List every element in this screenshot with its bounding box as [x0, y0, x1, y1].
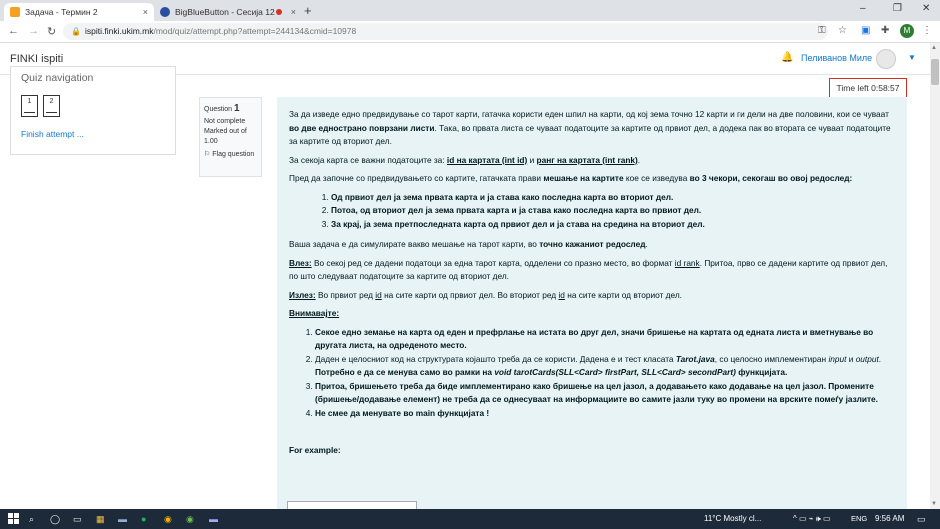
finish-attempt-link[interactable]: Finish attempt ...: [21, 129, 84, 139]
shuffle-paragraph: Пред да започне со предвидувањето со кар…: [289, 173, 853, 183]
tab-label: Задача - Термин 2: [25, 7, 98, 17]
app-icon[interactable]: ▬: [118, 514, 127, 524]
task-view-icon[interactable]: ◯: [50, 514, 60, 525]
chrome-icon[interactable]: ◉: [164, 514, 172, 525]
notes-list: Секое едно земање на карта од еден и пре…: [315, 326, 895, 421]
close-tab-icon[interactable]: ×: [291, 7, 296, 17]
key-icon[interactable]: ⚿: [818, 25, 826, 36]
quiz-navigation-title: Quiz navigation: [21, 72, 94, 84]
scroll-down-icon[interactable]: ▼: [931, 501, 937, 507]
minimize-button[interactable]: –: [860, 3, 866, 14]
maximize-button[interactable]: ❐: [893, 3, 902, 14]
app-icon[interactable]: ◉: [186, 514, 194, 525]
tab-quiz[interactable]: Задача - Термин 2 ×: [4, 3, 154, 21]
chevron-down-icon[interactable]: ▼: [908, 53, 916, 62]
task-paragraph: Ваша задача е да симулирате вакво мешање…: [289, 239, 648, 249]
address-bar[interactable]: 🔒 ispiti.finki.ukim.mk/mod/quiz/attempt.…: [63, 23, 828, 40]
widgets-icon[interactable]: ▦: [96, 514, 105, 525]
example-heading: For example:: [289, 445, 341, 455]
search-icon[interactable]: ⌕: [29, 514, 34, 525]
question-info-panel: Question 1 Not complete Marked out of 1.…: [199, 97, 262, 177]
translate-extension-icon[interactable]: ▣: [861, 25, 870, 36]
question-nav-number: 1: [27, 98, 32, 105]
tab-bigbluebutton[interactable]: BigBlueButton - Сесија 12 ×: [154, 3, 302, 21]
windows-start-icon[interactable]: [8, 513, 19, 524]
scroll-up-icon[interactable]: ▲: [931, 45, 937, 51]
question-text: За да изведе едно предвидување со тарот …: [277, 97, 907, 509]
browser-tab-strip: Задача - Термин 2 × BigBlueButton - Сеси…: [0, 0, 940, 21]
star-bookmark-icon[interactable]: ☆: [838, 25, 847, 36]
system-tray-icons[interactable]: ^ ▭ ⌁ 🕪 ▭: [793, 514, 831, 524]
example-table: [287, 501, 417, 509]
notifications-icon[interactable]: ▭: [917, 514, 926, 525]
bigbluebutton-favicon-icon: [160, 7, 170, 17]
attention-heading: Внимавајте:: [289, 308, 340, 318]
list-item: Даден е целосниот код на структурата кој…: [315, 353, 895, 380]
site-name-link[interactable]: FINKI ispiti: [10, 53, 63, 65]
browser-toolbar: ← → ↻ 🔒 ispiti.finki.ukim.mk/mod/quiz/at…: [0, 21, 940, 43]
reload-icon[interactable]: ↻: [47, 25, 56, 38]
output-paragraph: Излез: Во првиот ред id на сите карти од…: [289, 289, 682, 300]
question-nav-status-bar: [24, 112, 35, 113]
question-nav-button-1[interactable]: 1: [21, 95, 38, 117]
url-path: /mod/quiz/attempt.php?attempt=244134&cmi…: [153, 26, 357, 36]
page-scrollbar[interactable]: ▲ ▼: [930, 43, 940, 509]
question-label: Question: [204, 106, 233, 113]
list-item: Потоа, од вториот дел ја зема првата кар…: [331, 204, 895, 218]
clock[interactable]: 9:56 AM: [875, 514, 904, 523]
new-tab-button[interactable]: +: [304, 3, 312, 18]
windows-taskbar: ⌕ ◯ ▭ ▦ ▬ ● ◉ ◉ ▬ 11°C Mostly cl... ^ ▭ …: [0, 509, 940, 529]
input-paragraph: Влез: Во секој ред се дадени податоци за…: [289, 257, 888, 282]
quiz-navigation-block: Quiz navigation 1 2 Finish attempt ...: [10, 66, 176, 155]
list-item: За крај, ја зема претпоследната карта од…: [331, 218, 895, 232]
app-icon[interactable]: ▬: [209, 514, 218, 524]
tab-label: BigBlueButton - Сесија 12: [175, 7, 275, 17]
time-left-timer: Time left 0:58:57: [829, 78, 907, 98]
question-nav-number: 2: [49, 98, 54, 105]
spotify-icon[interactable]: ●: [141, 514, 146, 524]
user-menu-name[interactable]: Пеливанов Миле: [801, 53, 872, 63]
language-indicator[interactable]: ENG: [851, 514, 867, 523]
back-arrow-icon[interactable]: ←: [8, 25, 19, 37]
close-window-button[interactable]: ✕: [922, 3, 930, 14]
recording-indicator-icon: [276, 9, 282, 15]
question-nav-button-2[interactable]: 2: [43, 95, 60, 117]
question-number-heading: Question 1: [204, 102, 257, 117]
question-status: Not complete: [204, 117, 246, 125]
list-item: Притоа, бришењето треба да биде имплемен…: [315, 380, 895, 407]
flag-question-label: Flag question: [212, 150, 255, 158]
question-nav-status-bar: [46, 112, 57, 113]
close-tab-icon[interactable]: ×: [143, 7, 148, 17]
user-avatar[interactable]: [876, 49, 896, 69]
shuffle-steps-list: Од првиот дел ја зема првата карта и ја …: [331, 191, 895, 232]
list-item: Секое едно земање на карта од еден и пре…: [315, 326, 895, 353]
question-number: 1: [233, 103, 240, 114]
file-explorer-icon[interactable]: ▭: [73, 514, 82, 525]
intro-paragraph: За да изведе едно предвидување со тарот …: [289, 109, 891, 146]
extensions-puzzle-icon[interactable]: ✚: [881, 25, 889, 36]
forward-arrow-icon[interactable]: →: [28, 25, 39, 37]
notification-bell-icon[interactable]: 🔔: [781, 52, 793, 63]
profile-avatar[interactable]: M: [900, 24, 914, 38]
list-item: Не смее да менувате во main функцијата !: [315, 407, 895, 421]
list-item: Од првиот дел ја зема првата карта и ја …: [331, 191, 895, 205]
flag-icon: ⚐: [204, 150, 211, 158]
flag-question-link[interactable]: ⚐ Flag question: [204, 150, 257, 160]
question-marks: Marked out of 1.00: [204, 127, 247, 145]
weather-widget[interactable]: 11°C Mostly cl...: [704, 514, 761, 523]
browser-menu-icon[interactable]: ⋮: [922, 25, 932, 36]
scroll-thumb[interactable]: [931, 59, 939, 85]
url-host: ispiti.finki.ukim.mk: [85, 26, 154, 36]
lock-icon: 🔒: [71, 27, 81, 36]
card-data-paragraph: За секоја карта се важни податоците за: …: [289, 154, 641, 165]
moodle-favicon-icon: [10, 7, 20, 17]
